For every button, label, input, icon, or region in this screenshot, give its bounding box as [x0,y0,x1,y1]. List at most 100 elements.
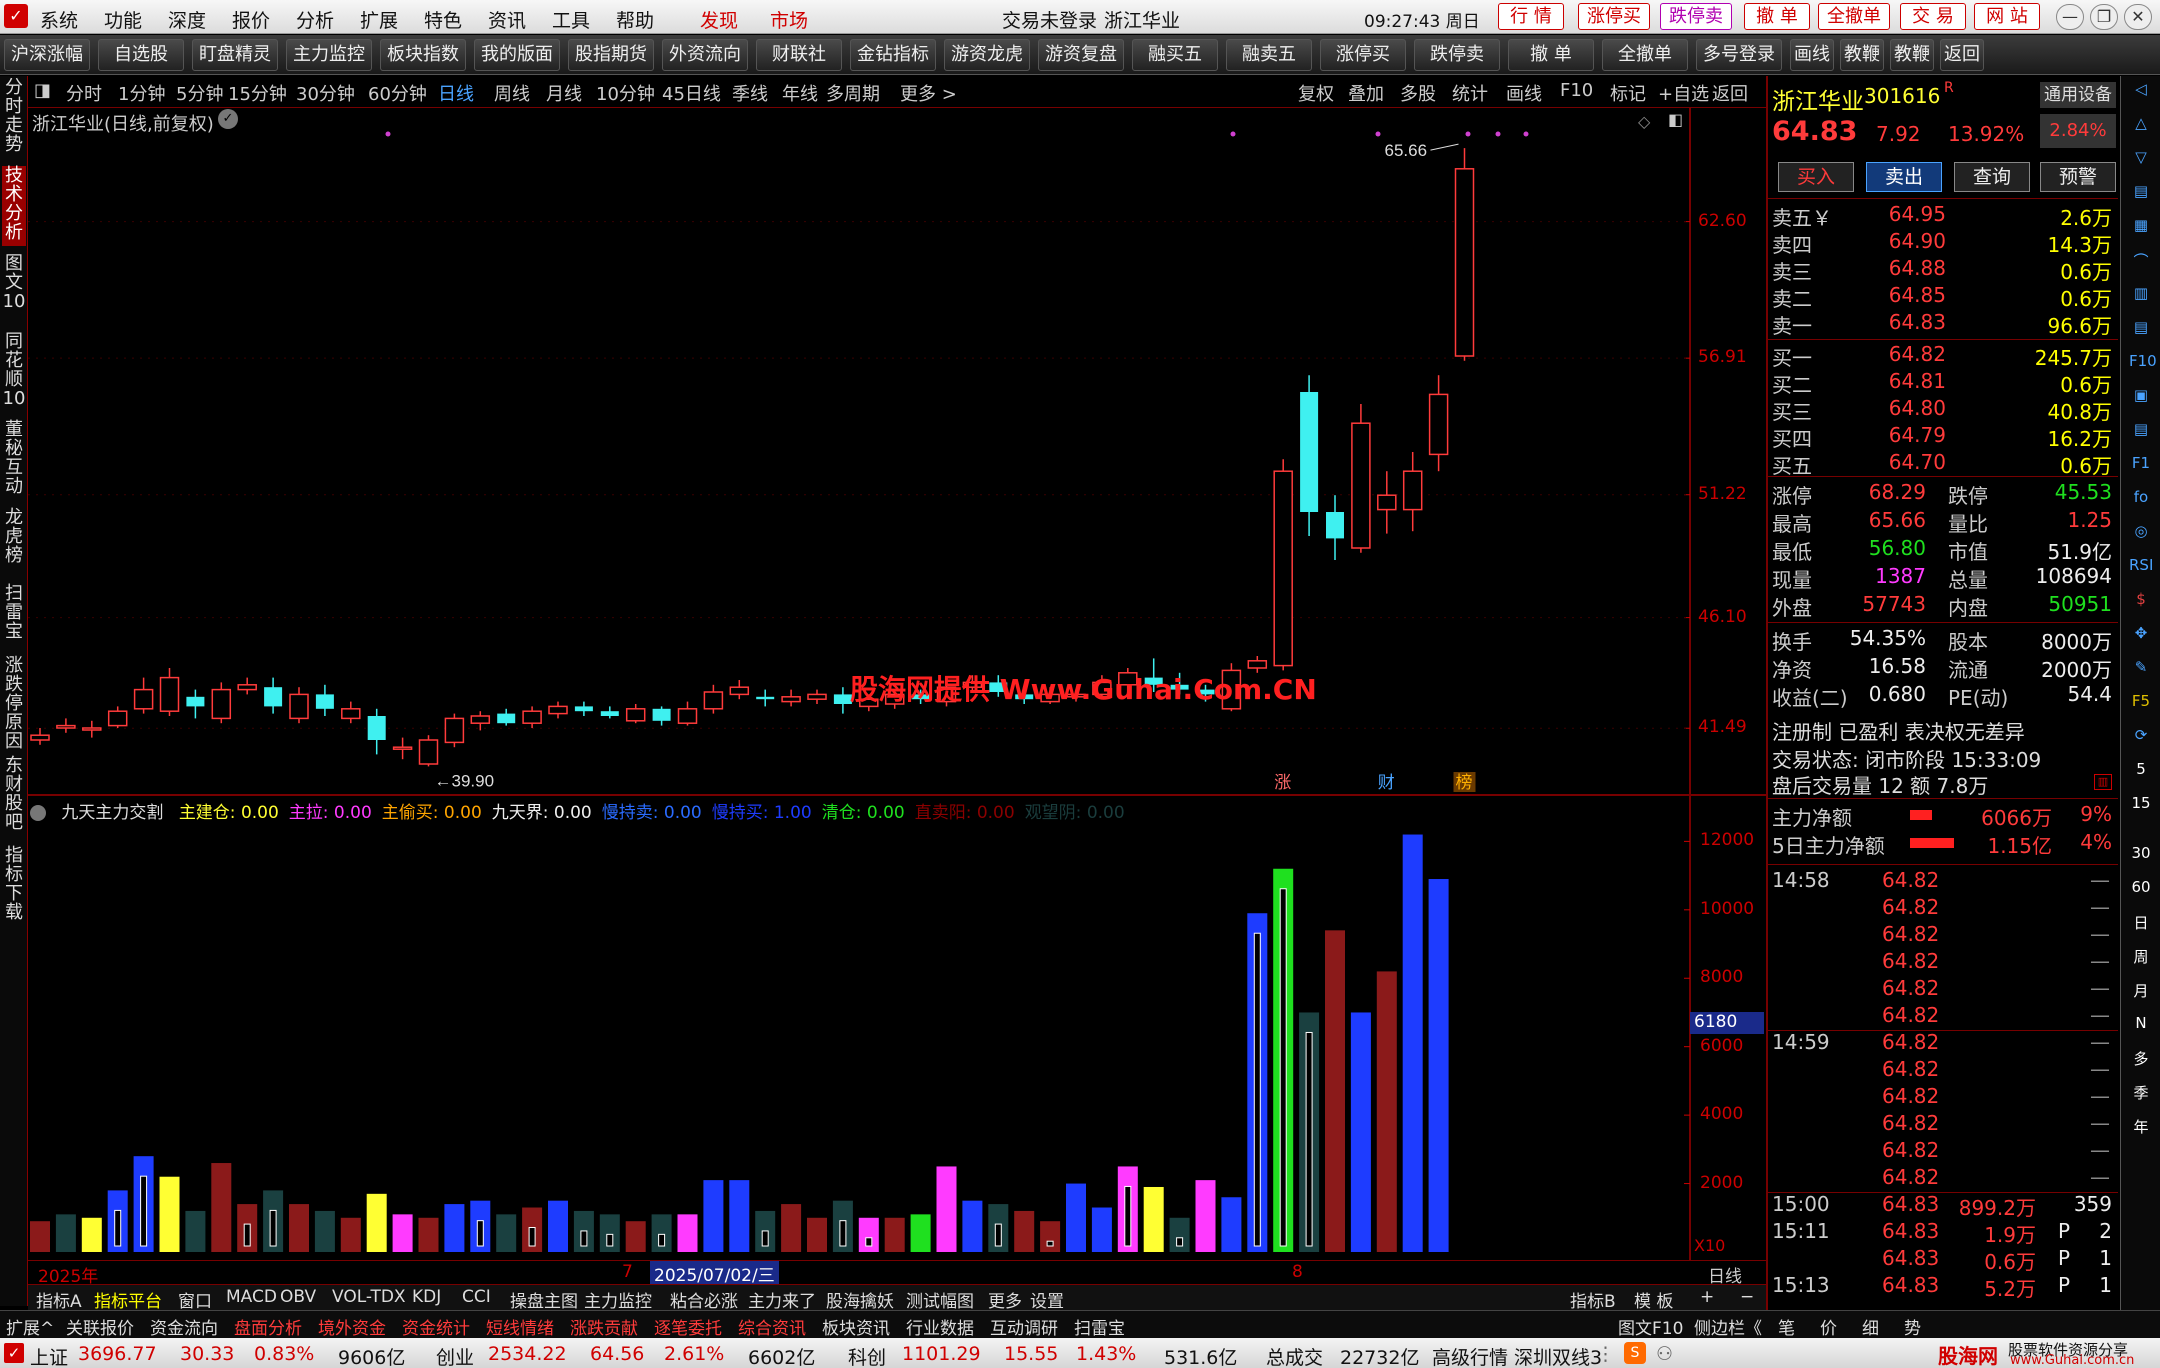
indicator-bar[interactable] [884,1217,905,1252]
menu-info[interactable]: 资讯 [488,6,526,33]
toolbar-button-0[interactable]: 沪深涨幅 [4,39,90,71]
indicator-tab-10[interactable]: 粘合必涨 [670,1287,738,1312]
indicator-bar[interactable] [1117,1166,1138,1252]
period-14[interactable]: 更多 > [900,80,957,106]
menu-depth[interactable]: 深度 [168,6,206,33]
func-tab-2[interactable]: 资金流向 [150,1314,218,1339]
toolbar-button-8[interactable]: 财联社 [756,39,842,71]
candle[interactable] [30,728,50,745]
indicator-tab-1[interactable]: 指标平台 [94,1287,162,1312]
indicator-bar[interactable] [1169,1217,1190,1252]
indicator-bar[interactable] [755,1210,776,1252]
candle[interactable] [315,684,334,716]
strip-icon-11[interactable]: F1 [2129,454,2153,476]
candle[interactable] [574,701,593,716]
candle[interactable] [625,704,646,724]
candle[interactable] [807,689,827,704]
indicator-bar[interactable] [1221,1197,1242,1252]
indicator-tab-5[interactable]: VOL-TDX [332,1287,406,1307]
indicator-bar[interactable] [289,1204,309,1252]
menu-quote[interactable]: 报价 [232,6,270,33]
indicator-bar[interactable] [107,1190,128,1252]
tick-list[interactable]: 14:58 64.82—64.82—64.82—64.82—64.82—64.82… [1768,868,2118,1308]
indicator-bar[interactable] [573,1210,594,1252]
after-hours-chart-icon[interactable]: ▥ [2094,774,2112,790]
menu-market[interactable]: 市场 [770,6,808,33]
candle[interactable] [600,706,619,719]
func-tab-9[interactable]: 综合资讯 [738,1314,806,1339]
toolbar-button-2[interactable]: 盯盘精灵 [192,39,278,71]
indicator-bar[interactable] [651,1214,672,1252]
func-right-3[interactable]: 价 [1820,1314,1837,1339]
toolbar-button-9[interactable]: 金钻指标 [850,39,936,71]
strip-icon-15[interactable]: $ [2129,590,2153,612]
toolbar-button-19[interactable]: 画线 [1790,39,1834,71]
menu-system[interactable]: 系统 [40,6,78,33]
func-tab-4[interactable]: 境外资金 [318,1314,386,1339]
limit-up-buy-top-button[interactable]: 涨停买 [1578,3,1650,30]
indicator-tab-right-3[interactable]: − [1740,1287,1754,1307]
indicator-bar[interactable] [1014,1210,1035,1252]
indicator-tab-right-1[interactable]: 模 板 [1634,1287,1673,1312]
candle[interactable] [1326,495,1344,560]
candle[interactable] [418,735,439,767]
left-tab-0[interactable]: 分时走势 [2,78,26,158]
menu-feature[interactable]: 特色 [424,6,462,33]
strip-icon-10[interactable]: ▤ [2129,420,2153,442]
ask-row[interactable]: 卖五￥ 64.95 2.6万 [1772,202,2116,230]
candle[interactable] [56,718,76,733]
period-5[interactable]: 60分钟 [368,80,427,106]
indicator-bar[interactable] [832,1200,853,1252]
func-right-0[interactable]: 图文F10 [1618,1314,1683,1339]
strip-icon-20[interactable]: 5 [2129,760,2153,782]
event-marker-0[interactable]: 涨 [1274,773,1291,793]
left-tab-9[interactable]: 指标下载 [2,846,26,922]
strip-icon-27[interactable]: N [2129,1014,2153,1036]
candle[interactable] [367,708,386,755]
indicator-tab-right-2[interactable]: + [1700,1287,1714,1307]
candle[interactable] [497,708,516,726]
toolbar-button-6[interactable]: 股指期货 [568,39,654,71]
candle[interactable] [82,720,102,738]
candle[interactable] [186,689,205,719]
indicator-tab-7[interactable]: CCI [462,1287,491,1307]
period-2[interactable]: 5分钟 [176,80,223,106]
alert-button[interactable]: 预警 [2040,162,2116,192]
layout-toggle-icon[interactable]: ◨ [34,80,51,101]
left-tab-4[interactable]: 董秘互动 [2,420,26,502]
trade-top-button[interactable]: 交 易 [1900,3,1966,30]
strip-icon-7[interactable]: ▤ [2129,318,2153,340]
toolbar-button-4[interactable]: 板块指数 [380,39,466,71]
strip-icon-22[interactable]: 30 [2129,844,2153,866]
indicator-bar[interactable] [30,1221,50,1252]
func-right-2[interactable]: 笔 [1778,1314,1795,1339]
candle[interactable] [781,689,801,707]
bid-row[interactable]: 买四 64.79 16.2万 [1772,423,2116,451]
strip-icon-17[interactable]: ✎ [2129,658,2153,680]
main-flow-row[interactable]: 主力净额 6066万 9% [1772,802,2116,830]
func-right-4[interactable]: 细 [1862,1314,1879,1339]
menu-discover[interactable]: 发现 [700,6,738,33]
period-3[interactable]: 15分钟 [228,80,287,106]
left-tab-7[interactable]: 涨跌停原因 [2,656,26,751]
candle[interactable] [522,706,542,728]
func-tab-11[interactable]: 行业数据 [906,1314,974,1339]
indicator-bar[interactable] [1350,1012,1371,1252]
sogou-icon[interactable]: S [1624,1342,1646,1364]
candle[interactable] [1402,452,1423,532]
ask-row[interactable]: 卖二 64.85 0.6万 [1772,283,2116,311]
indicator-tab-2[interactable]: 窗口 [178,1287,212,1312]
menu-function[interactable]: 功能 [104,6,142,33]
toolbar-button-18[interactable]: 多号登录 [1696,39,1782,71]
func-tab-3[interactable]: 盘面分析 [234,1314,302,1339]
sell-button[interactable]: 卖出 [1866,162,1942,192]
indicator-tab-11[interactable]: 主力来了 [748,1287,816,1312]
indicator-tab-9[interactable]: 主力监控 [584,1287,652,1312]
indicator-bar[interactable] [133,1156,154,1252]
candle[interactable] [444,713,465,748]
menu-help[interactable]: 帮助 [616,6,654,33]
indicator-tab-15[interactable]: 设置 [1030,1287,1064,1312]
toolbar-button-13[interactable]: 融卖五 [1226,39,1312,71]
candle[interactable] [264,677,283,714]
candle[interactable] [1273,459,1293,671]
